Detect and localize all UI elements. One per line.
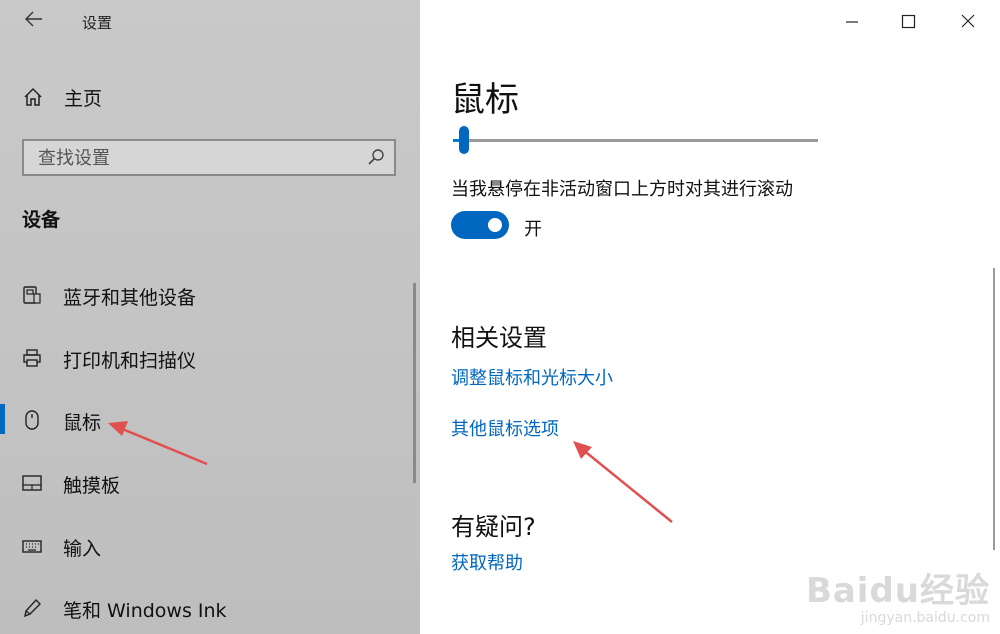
maximize-button[interactable] — [888, 6, 928, 38]
mouse-icon — [25, 410, 39, 430]
sidebar-item-pen[interactable]: 笔和 Windows Ink — [0, 586, 420, 630]
scroll-inactive-label: 当我悬停在非活动窗口上方时对其进行滚动 — [451, 179, 793, 200]
search-box[interactable] — [22, 139, 396, 176]
scroll-inactive-toggle[interactable] — [451, 211, 509, 239]
main-pane: 鼠标 当我悬停在非活动窗口上方时对其进行滚动 开 相关设置 调整鼠标和光标大小 … — [420, 0, 1000, 634]
sidebar-item-bluetooth[interactable]: 蓝牙和其他设备 — [0, 273, 420, 317]
home-icon — [24, 87, 42, 106]
help-title: 有疑问? — [451, 513, 536, 541]
sidebar-item-touchpad[interactable]: 触摸板 — [0, 461, 420, 505]
keyboard-icon — [22, 540, 42, 553]
adjust-cursor-size-link[interactable]: 调整鼠标和光标大小 — [451, 364, 613, 390]
sidebar-item-label: 触摸板 — [63, 475, 121, 497]
watermark-url: jingyan.baidu.com — [860, 610, 990, 626]
watermark-brand: Baidu经验 — [805, 571, 990, 611]
printer-icon — [23, 349, 41, 367]
toggle-state-label: 开 — [524, 219, 542, 240]
search-input[interactable] — [36, 144, 360, 173]
touchpad-icon — [22, 475, 42, 491]
back-button[interactable] — [18, 8, 50, 36]
bluetooth-device-icon — [23, 286, 41, 304]
sidebar-item-label: 蓝牙和其他设备 — [63, 287, 197, 309]
related-settings-title: 相关设置 — [451, 324, 547, 352]
section-title: 设备 — [22, 209, 61, 231]
scroll-lines-slider[interactable] — [453, 139, 818, 142]
minimize-icon — [846, 21, 858, 23]
get-help-link[interactable]: 获取帮助 — [451, 549, 523, 575]
sidebar-item-typing[interactable]: 输入 — [0, 524, 420, 568]
home-label: 主页 — [64, 87, 103, 110]
sidebar-item-label: 输入 — [63, 538, 102, 560]
maximize-icon — [901, 14, 916, 29]
main-scrollbar[interactable] — [993, 268, 995, 550]
sidebar: 设置 主页 设备 蓝牙和其他设备 打印机和扫描仪 — [0, 0, 420, 634]
toggle-knob — [488, 218, 502, 232]
sidebar-item-label: 打印机和扫描仪 — [63, 350, 197, 372]
close-button[interactable] — [948, 6, 988, 38]
watermark: Baidu经验 jingyan.baidu.com — [806, 563, 990, 626]
page-title: 鼠标 — [451, 80, 519, 120]
sidebar-item-home[interactable]: 主页 — [22, 82, 102, 112]
sidebar-item-label: 笔和 Windows Ink — [63, 600, 227, 622]
app-title: 设置 — [82, 14, 113, 32]
search-icon — [368, 149, 384, 165]
close-icon — [961, 14, 975, 28]
active-indicator — [0, 404, 5, 434]
back-arrow-icon — [25, 11, 42, 27]
sidebar-item-mouse[interactable]: 鼠标 — [0, 398, 420, 442]
sidebar-item-label: 鼠标 — [63, 412, 102, 434]
additional-mouse-options-link[interactable]: 其他鼠标选项 — [451, 415, 559, 441]
minimize-button[interactable] — [832, 6, 872, 38]
pen-icon — [24, 598, 41, 618]
slider-thumb[interactable] — [458, 126, 469, 154]
sidebar-item-printers[interactable]: 打印机和扫描仪 — [0, 336, 420, 380]
sidebar-scrollbar[interactable] — [413, 283, 416, 483]
